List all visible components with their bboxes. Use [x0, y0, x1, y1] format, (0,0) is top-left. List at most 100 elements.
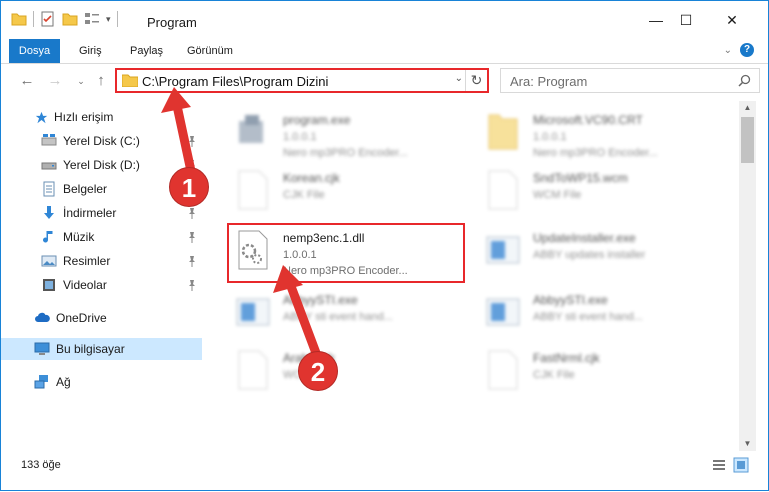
sidebar-item-label: Resimler: [63, 254, 111, 268]
file-version: 1.0.0.1: [283, 131, 317, 143]
recent-locations-icon[interactable]: ⌄: [71, 71, 91, 91]
address-bar[interactable]: C:\Program Files\Program Dizini ⌄ ↻: [115, 68, 489, 93]
vertical-scrollbar[interactable]: ▲ ▼: [739, 101, 756, 451]
sidebar-item-label: İndirmeler: [63, 206, 117, 220]
file-version: ABBY sti event hand...: [533, 311, 643, 323]
file-name: program.exe: [283, 113, 351, 127]
pin-icon[interactable]: [187, 135, 197, 147]
file-version: ABBY sti event hand...: [283, 311, 393, 323]
pin-icon[interactable]: [187, 207, 197, 219]
app-file-icon: [486, 298, 520, 326]
details-view-icon[interactable]: [711, 457, 727, 473]
file-name: UpdateInstaller.exe: [533, 231, 636, 245]
download-icon: [44, 206, 54, 219]
computer-icon: [34, 342, 50, 355]
tab-view[interactable]: Görünüm: [177, 39, 243, 63]
file-version: 1.0.0.1: [533, 131, 567, 143]
file-version: CJK File: [533, 369, 575, 381]
new-folder-icon[interactable]: [62, 11, 78, 27]
chevron-down-icon[interactable]: ▾: [106, 14, 111, 25]
pictures-icon: [41, 255, 57, 267]
close-button[interactable]: ✕: [709, 1, 755, 39]
sidebar-item-label: Videolar: [63, 278, 107, 292]
sidebar-item-label: Ağ: [56, 375, 71, 389]
file-item[interactable]: AbbyySTI.exe ABBY sti event hand...: [477, 285, 717, 347]
item-count: 133 öğe: [21, 459, 61, 471]
sidebar-item-network[interactable]: Ağ: [1, 371, 202, 393]
address-path[interactable]: C:\Program Files\Program Dizini: [142, 74, 328, 89]
window-title: Program: [147, 15, 197, 30]
step-1-badge: 1: [169, 167, 209, 207]
search-box[interactable]: Ara: Program: [500, 68, 760, 93]
folder-icon: [488, 114, 518, 150]
sidebar-item-videos[interactable]: Videolar: [1, 274, 202, 296]
navigation-pane: Hızlı erişim Yerel Disk (C:) Yerel Disk …: [1, 101, 209, 451]
maximize-button[interactable]: ☐: [663, 1, 709, 39]
title-bar: ▾ Program — ☐ ✕: [1, 1, 768, 39]
file-item[interactable]: FastNrml.cjk CJK File: [477, 343, 717, 405]
sidebar-item-label: Yerel Disk (C:): [63, 134, 140, 148]
sidebar-item-onedrive[interactable]: OneDrive: [1, 307, 202, 329]
file-name: FastNrml.cjk: [533, 351, 600, 365]
chevron-down-icon[interactable]: ⌄: [455, 73, 463, 84]
sidebar-item-downloads[interactable]: İndirmeler: [1, 202, 202, 224]
file-name: AbbyySTI.exe: [533, 293, 608, 307]
file-name: Korean.cjk: [283, 171, 340, 185]
sidebar-item-label: Müzik: [63, 230, 95, 244]
forward-button[interactable]: →: [45, 71, 65, 91]
file-version: WCM File: [533, 189, 582, 201]
properties-icon[interactable]: [40, 11, 56, 27]
sidebar-item-pictures[interactable]: Resimler: [1, 250, 202, 272]
pin-icon[interactable]: [187, 255, 197, 267]
view-options-icon[interactable]: [84, 11, 100, 27]
tab-share[interactable]: Paylaş: [120, 39, 173, 63]
scroll-down-icon[interactable]: ▼: [739, 437, 756, 451]
sidebar-item-label: Belgeler: [63, 182, 108, 196]
sidebar-item-label: Yerel Disk (D:): [63, 158, 140, 172]
scrollbar-thumb[interactable]: [741, 117, 754, 163]
file-item[interactable]: UpdateInstaller.exe ABBY updates install…: [477, 223, 717, 285]
folder-icon: [11, 13, 27, 26]
pin-icon[interactable]: [187, 279, 197, 291]
refresh-icon[interactable]: ↻: [465, 70, 487, 91]
help-icon[interactable]: ?: [740, 43, 754, 57]
quick-access-toolbar: ▾: [11, 11, 118, 27]
tab-home[interactable]: Giriş: [69, 39, 112, 63]
ribbon-tabs: Dosya Giriş Paylaş Görünüm ⌄ ?: [1, 39, 768, 63]
back-button[interactable]: ←: [17, 71, 37, 91]
blank-file-icon: [238, 350, 268, 390]
network-icon: [34, 375, 48, 389]
sidebar-item-label: OneDrive: [56, 311, 107, 325]
videos-icon: [43, 279, 55, 291]
blank-file-icon: [238, 170, 268, 210]
chevron-down-icon[interactable]: ⌄: [724, 45, 732, 56]
dll-highlight-box: [227, 223, 465, 283]
up-button[interactable]: ↑: [91, 71, 111, 91]
sidebar-item-local-disk-d[interactable]: Yerel Disk (D:): [1, 154, 202, 176]
sidebar-item-music[interactable]: Müzik: [1, 226, 202, 248]
folder-icon: [122, 74, 138, 87]
file-item[interactable]: SndToWP15.wcm WCM File: [477, 163, 717, 225]
file-item[interactable]: Microsoft.VC90.CRT 1.0.0.1 Nero mp3PRO E…: [477, 105, 717, 167]
file-item[interactable]: program.exe 1.0.0.1 Nero mp3PRO Encoder.…: [227, 105, 467, 167]
music-icon: [43, 231, 53, 243]
file-item[interactable]: AbbyySTI.exe ABBY sti event hand...: [227, 285, 467, 347]
sidebar-item-quick-access[interactable]: Hızlı erişim: [1, 106, 202, 128]
drive-icon: [41, 162, 57, 170]
file-description: Nero mp3PRO Encoder...: [533, 147, 658, 159]
file-item[interactable]: Arabic.cjk WCM File: [227, 343, 467, 405]
sidebar-item-this-pc[interactable]: Bu bilgisayar: [1, 338, 202, 360]
app-file-icon: [486, 236, 520, 264]
large-icons-view-icon[interactable]: [733, 457, 749, 473]
separator: [33, 11, 34, 27]
scroll-up-icon[interactable]: ▲: [739, 101, 756, 115]
pin-icon[interactable]: [187, 231, 197, 243]
file-description: Nero mp3PRO Encoder...: [283, 147, 408, 159]
sidebar-item-local-disk-c[interactable]: Yerel Disk (C:): [1, 130, 202, 152]
file-item[interactable]: Korean.cjk CJK File: [227, 163, 467, 225]
blank-file-icon: [488, 170, 518, 210]
sidebar-item-label: Bu bilgisayar: [56, 342, 125, 356]
search-input[interactable]: Ara: Program: [510, 74, 587, 89]
tab-file[interactable]: Dosya: [9, 39, 60, 63]
drive-icon: [41, 134, 57, 146]
